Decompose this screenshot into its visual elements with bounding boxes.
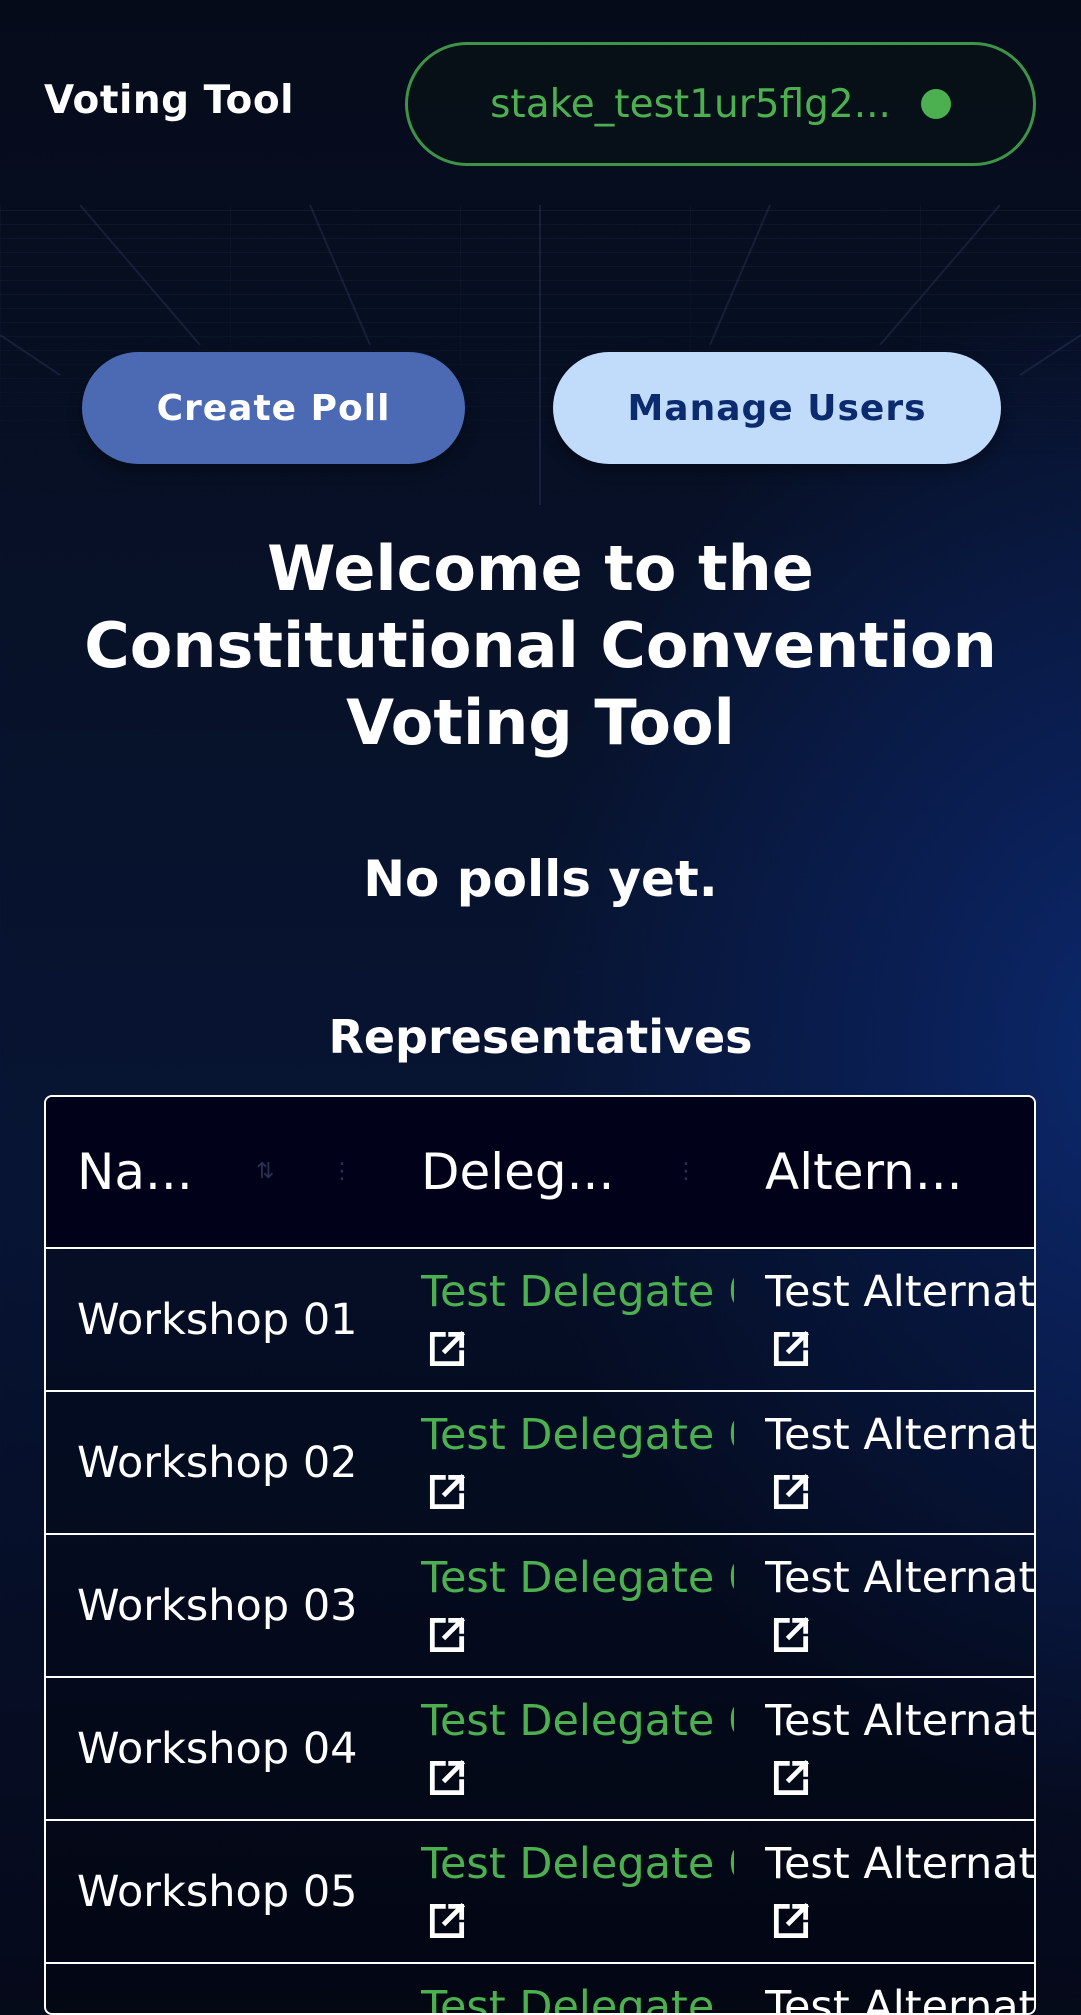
workshop-name-cell: Workshop 05 (46, 1821, 390, 1962)
alternate-name-link[interactable]: Test Alternate 04 (765, 1696, 1034, 1746)
column-header-delegate[interactable]: Deleg... ⋮ (390, 1097, 734, 1247)
delegate-cell[interactable]: Test Delegate 04 (390, 1678, 734, 1819)
create-poll-button[interactable]: Create Poll (82, 352, 465, 464)
table-header: Na... ⇅ ⋮ Deleg... ⋮ Altern... (46, 1097, 1034, 1249)
table-row: Workshop 01 Test Delegate 01 Test Alternat… (46, 1249, 1034, 1392)
external-link-icon[interactable] (425, 1613, 469, 1657)
workshop-name: Workshop 03 (77, 1580, 358, 1631)
alternate-cell[interactable]: Test Alternate 04 (734, 1678, 1034, 1819)
alternate-cell[interactable]: Test Alternate 05 (734, 1821, 1034, 1962)
external-link-icon[interactable] (425, 1756, 469, 1800)
delegate-name-link[interactable]: Test Delegate 02 (421, 1410, 734, 1460)
table-row: Workshop 04 Test Delegate 04 Test Alternat… (46, 1678, 1034, 1821)
column-header-label: Altern... (765, 1143, 963, 1201)
alternate-name-link[interactable]: Test Alternate 02 (765, 1410, 1034, 1460)
workshop-name: Workshop 05 (77, 1866, 358, 1917)
column-header-name[interactable]: Na... ⇅ ⋮ (46, 1097, 390, 1247)
workshop-name: Workshop 02 (77, 1437, 358, 1488)
workshop-name-cell: Workshop 01 (46, 1249, 390, 1390)
delegate-name-link[interactable]: Test Delegate 01 (421, 1267, 734, 1317)
welcome-line-1: Welcome to the (267, 532, 814, 605)
alternate-cell[interactable]: Test Alternate 01 (734, 1249, 1034, 1390)
no-polls-message: No polls yet. (363, 850, 718, 908)
table-row: Workshop 03 Test Delegate 03 Test Alternat… (46, 1535, 1034, 1678)
representatives-heading: Representatives (328, 1010, 753, 1064)
column-header-label: Deleg... (421, 1143, 615, 1201)
delegate-cell[interactable]: Test Delegate 02 (390, 1392, 734, 1533)
delegate-name-link[interactable]: Test Delegate 03 (421, 1553, 734, 1603)
delegate-cell[interactable]: Test Delegate 05 (390, 1821, 734, 1962)
welcome-line-2: Constitutional Convention (84, 609, 997, 682)
external-link-icon[interactable] (769, 1613, 813, 1657)
external-link-icon[interactable] (769, 1899, 813, 1943)
column-header-alternate[interactable]: Altern... (734, 1097, 1034, 1247)
welcome-line-3: Voting Tool (346, 686, 735, 759)
delegate-cell[interactable]: Test Delegate 03 (390, 1535, 734, 1676)
alternate-name-link[interactable]: Test Alternate 03 (765, 1553, 1034, 1603)
workshop-name-cell: Workshop 04 (46, 1678, 390, 1819)
manage-users-button[interactable]: Manage Users (553, 352, 1001, 464)
alternate-cell[interactable]: Test Alternate (734, 1964, 1034, 2013)
external-link-icon[interactable] (769, 1327, 813, 1371)
table-body: Workshop 01 Test Delegate 01 Test Alternat… (46, 1249, 1034, 2013)
alternate-cell[interactable]: Test Alternate 03 (734, 1535, 1034, 1676)
table-row: Test Delegate Test Alternate (46, 1964, 1034, 2013)
connected-status-dot-icon (920, 89, 951, 119)
app-title: Voting Tool (44, 78, 294, 123)
workshop-name-cell (46, 1964, 390, 2013)
external-link-icon[interactable] (425, 1899, 469, 1943)
column-header-label: Na... (77, 1143, 193, 1201)
workshop-name-cell: Workshop 02 (46, 1392, 390, 1533)
alternate-cell[interactable]: Test Alternate 02 (734, 1392, 1034, 1533)
sort-icon[interactable]: ⇅ (256, 1159, 274, 1184)
workshop-name: Workshop 01 (77, 1294, 358, 1345)
column-menu-icon[interactable]: ⋮ (675, 1159, 697, 1184)
alternate-name-link[interactable]: Test Alternate 05 (765, 1839, 1034, 1889)
wallet-address: stake_test1ur5flg2... (490, 81, 891, 127)
workshop-name-cell: Workshop 03 (46, 1535, 390, 1676)
external-link-icon[interactable] (769, 1470, 813, 1514)
table-row: Workshop 05 Test Delegate 05 Test Alternat… (46, 1821, 1034, 1964)
delegate-name-link[interactable]: Test Delegate 04 (421, 1696, 734, 1746)
delegate-name-link[interactable]: Test Delegate 05 (421, 1839, 734, 1889)
external-link-icon[interactable] (769, 1756, 813, 1800)
external-link-icon[interactable] (425, 1470, 469, 1514)
welcome-heading: Welcome to the Constitutional Convention… (40, 530, 1041, 761)
workshop-name: Workshop 04 (77, 1723, 358, 1774)
delegate-cell[interactable]: Test Delegate (390, 1964, 734, 2013)
representatives-table: Na... ⇅ ⋮ Deleg... ⋮ Altern... Workshop … (44, 1095, 1036, 2015)
wallet-connect-button[interactable]: stake_test1ur5flg2... (405, 42, 1036, 166)
column-menu-icon[interactable]: ⋮ (331, 1159, 353, 1184)
delegate-cell[interactable]: Test Delegate 01 (390, 1249, 734, 1390)
external-link-icon[interactable] (425, 1327, 469, 1371)
alternate-name-link[interactable]: Test Alternate 01 (765, 1267, 1034, 1317)
table-row: Workshop 02 Test Delegate 02 Test Alternat… (46, 1392, 1034, 1535)
